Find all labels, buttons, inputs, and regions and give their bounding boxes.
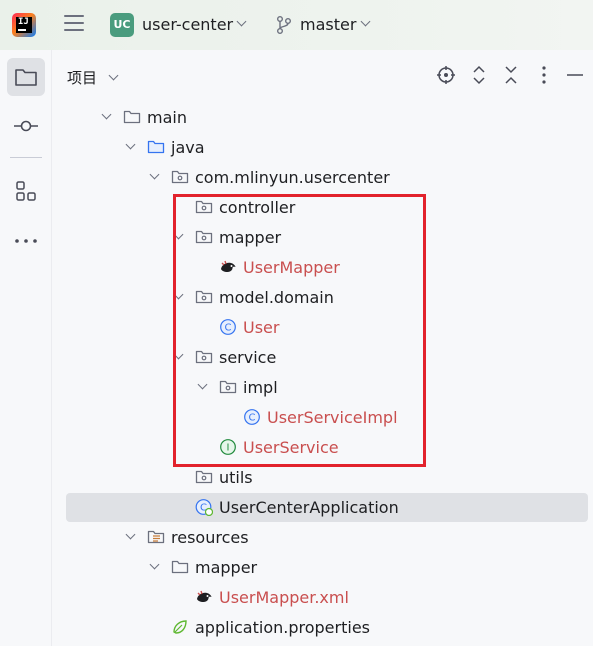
package-icon [195, 468, 213, 486]
folder-icon [15, 69, 37, 86]
tree-item-label: application.properties [195, 618, 370, 637]
panel-title[interactable]: 项目 [67, 67, 97, 88]
more-vertical-icon[interactable] [533, 64, 555, 86]
folder-icon [171, 558, 189, 576]
tree-item[interactable]: application.properties [52, 612, 593, 642]
minimize-icon[interactable] [564, 64, 586, 86]
more-tools-button[interactable] [7, 222, 45, 260]
annotation-highlight-box [173, 194, 426, 467]
chevron-down-icon[interactable] [101, 109, 112, 120]
chevron-down-icon[interactable] [149, 559, 160, 570]
collapse-all-icon[interactable] [500, 64, 522, 86]
mybatis-icon [195, 588, 213, 606]
tree-item-label: com.mlinyun.usercenter [195, 168, 390, 187]
tool-window-strip [0, 50, 52, 646]
tree-item[interactable]: C UserCenterApplication [52, 492, 593, 522]
commit-tool-button[interactable] [7, 107, 45, 145]
tree-item-label: UserMapper.xml [219, 588, 349, 607]
more-horizontal-icon [15, 239, 37, 243]
tree-item[interactable]: resources [52, 522, 593, 552]
project-panel-header: 项目 [52, 50, 593, 100]
tree-item[interactable]: UserMapper.xml [52, 582, 593, 612]
structure-tool-button[interactable] [7, 172, 45, 210]
tree-item-label: main [147, 108, 187, 127]
tree-item[interactable]: mapper [52, 552, 593, 582]
tree-item-label: resources [171, 528, 249, 547]
chevron-down-icon[interactable] [236, 16, 247, 27]
expand-all-icon[interactable] [468, 64, 490, 86]
project-tool-button[interactable] [7, 58, 45, 96]
chevron-down-icon[interactable] [125, 139, 136, 150]
locate-icon[interactable] [435, 64, 457, 86]
tree-item-label: java [171, 138, 205, 157]
commit-icon [14, 120, 38, 132]
intellij-logo-icon[interactable]: IJ [12, 13, 36, 37]
title-bar: IJ UC user-center master [0, 0, 593, 50]
main-menu-icon[interactable] [64, 15, 84, 33]
tree-item[interactable]: java [52, 132, 593, 162]
tree-item-label: mapper [195, 558, 258, 577]
chevron-down-icon[interactable] [149, 169, 160, 180]
tree-item-label: UserCenterApplication [219, 498, 399, 517]
branch-name[interactable]: master [300, 15, 356, 34]
folder-icon [123, 108, 141, 126]
tree-item[interactable]: main [52, 102, 593, 132]
chevron-down-icon[interactable] [108, 70, 119, 81]
structure-icon [16, 181, 36, 201]
spring-properties-icon [171, 618, 189, 636]
source-folder-icon [147, 138, 165, 156]
project-name[interactable]: user-center [142, 15, 233, 34]
resources-folder-icon [147, 528, 165, 546]
chevron-down-icon[interactable] [360, 16, 371, 27]
tree-item[interactable]: com.mlinyun.usercenter [52, 162, 593, 192]
project-badge[interactable]: UC [110, 13, 134, 37]
chevron-down-icon[interactable] [125, 529, 136, 540]
tree-item-label: utils [219, 468, 253, 487]
spring-class-icon: C [195, 498, 214, 517]
git-branch-icon[interactable] [276, 15, 292, 35]
package-icon [171, 168, 189, 186]
